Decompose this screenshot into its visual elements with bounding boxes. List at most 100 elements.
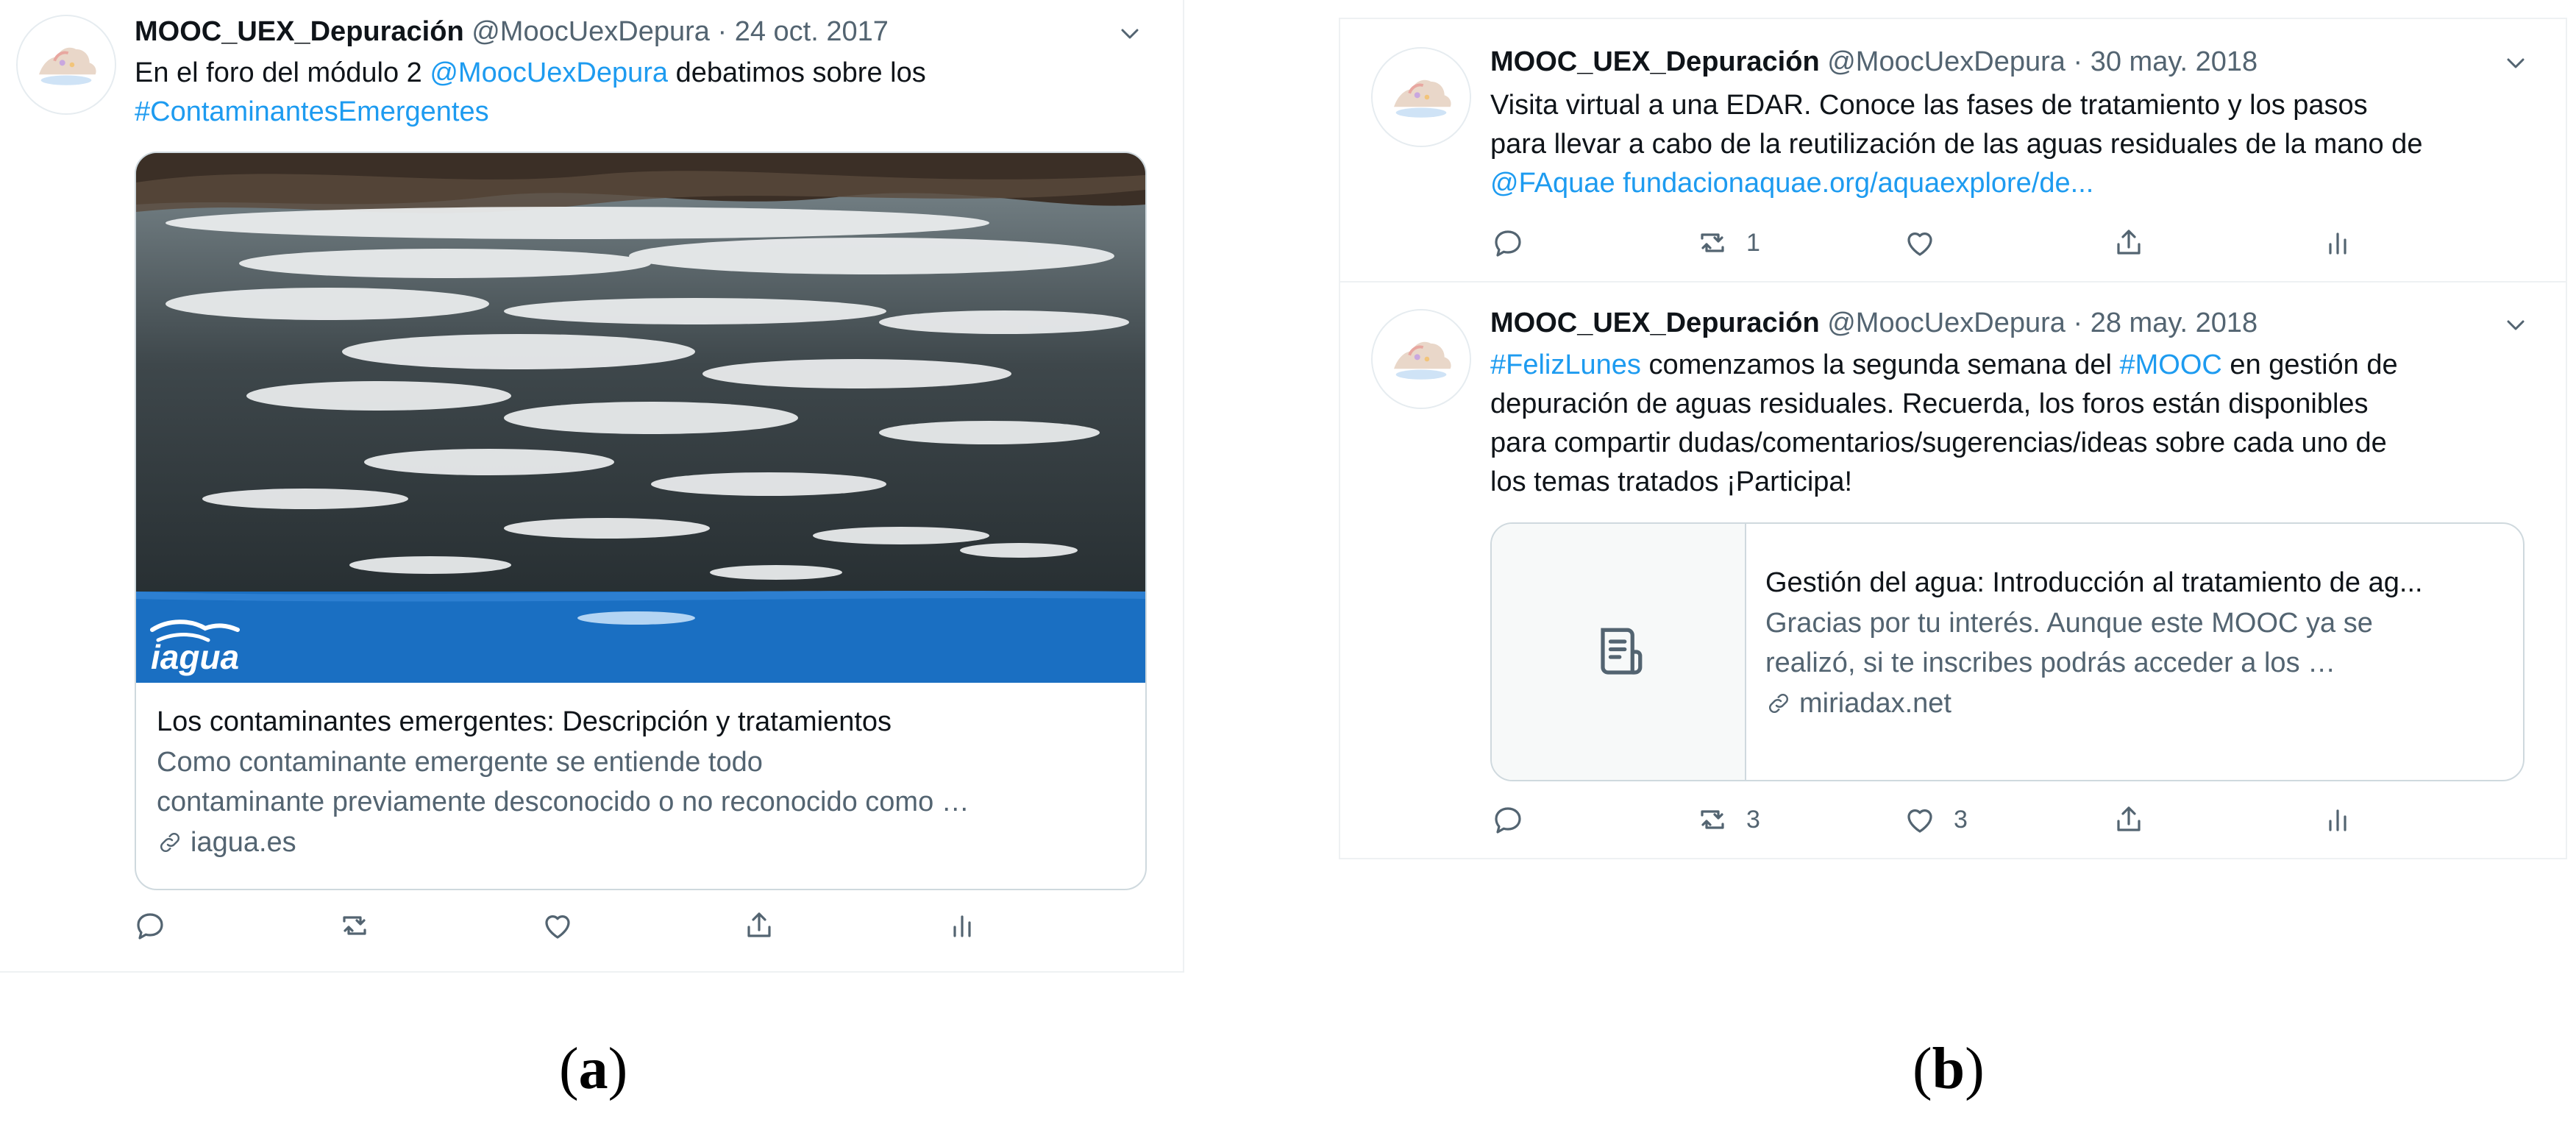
caption-paren: ) bbox=[608, 1037, 628, 1101]
author-handle[interactable]: @MoocUexDepura bbox=[1827, 46, 2066, 77]
hashtag-link[interactable]: #ContaminantesEmergentes bbox=[135, 96, 489, 127]
card-domain-text: miriadax.net bbox=[1799, 688, 1951, 719]
tweet-date[interactable]: 24 oct. 2017 bbox=[735, 16, 889, 47]
link-card[interactable]: Gestión del agua: Introducción al tratam… bbox=[1490, 522, 2525, 781]
tweet[interactable]: MOOC_UEX_Depuración @MoocUexDepura · 30 … bbox=[1340, 19, 2566, 281]
card-body: Los contaminantes emergentes: Descripció… bbox=[157, 701, 1125, 863]
tweet-actions: 3 3 bbox=[1490, 798, 2402, 842]
caption-b: (b) bbox=[1913, 1036, 1985, 1103]
author-name[interactable]: MOOC_UEX_Depuración bbox=[1490, 308, 1820, 338]
caption-letter: a bbox=[578, 1037, 608, 1101]
avatar[interactable] bbox=[1371, 309, 1471, 409]
caption-paren: ( bbox=[1913, 1037, 1932, 1101]
tweet-text-part: En el foro del módulo 2 bbox=[135, 57, 430, 88]
tweet-panel-b: MOOC_UEX_Depuración @MoocUexDepura · 30 … bbox=[1339, 18, 2567, 859]
card-description: Como contaminante emergente se entiende … bbox=[157, 747, 763, 778]
iagua-logo: iagua bbox=[151, 638, 240, 676]
tweet-text-line: depuración de aguas residuales. Recuerda… bbox=[1490, 388, 2369, 419]
reply-icon bbox=[132, 908, 168, 943]
avatar[interactable] bbox=[16, 15, 116, 115]
analytics-icon bbox=[2320, 802, 2355, 837]
tweet-text: En el foro del módulo 2 @MoocUexDepura d… bbox=[135, 54, 926, 132]
caption-letter: b bbox=[1932, 1037, 1965, 1101]
author-handle[interactable]: @MoocUexDepura bbox=[1827, 308, 2066, 338]
hashtag-link[interactable]: #FelizLunes bbox=[1490, 349, 1641, 380]
reply-button[interactable] bbox=[1490, 798, 1526, 842]
tweet-text-line: para llevar a cabo de la reutilización d… bbox=[1490, 129, 2423, 160]
analytics-button[interactable] bbox=[2320, 798, 2355, 842]
tweet-text-line: para compartir dudas/comentarios/sugeren… bbox=[1490, 427, 2387, 458]
analytics-icon bbox=[2320, 225, 2355, 260]
share-button[interactable] bbox=[2111, 221, 2146, 265]
card-domain: iagua.es bbox=[157, 822, 1125, 863]
retweet-button[interactable]: 3 bbox=[1695, 798, 1760, 842]
tweet-date[interactable]: 28 may. 2018 bbox=[2091, 308, 2257, 338]
avatar[interactable] bbox=[1371, 47, 1471, 147]
chevron-down-icon[interactable] bbox=[2501, 49, 2530, 78]
tweet[interactable]: MOOC_UEX_Depuración @MoocUexDepura · 24 … bbox=[0, 0, 1183, 971]
tweet-text-part: en gestión de bbox=[2221, 349, 2398, 380]
card-domain: miriadax.net bbox=[1765, 683, 2508, 724]
separator: · bbox=[709, 16, 735, 47]
share-icon bbox=[741, 908, 777, 943]
link-icon bbox=[1765, 690, 1792, 717]
link-card[interactable]: iagua Los contaminantes emergentes: Desc… bbox=[135, 152, 1147, 890]
reply-button[interactable] bbox=[1490, 221, 1526, 265]
like-icon bbox=[540, 908, 575, 943]
separator: · bbox=[2065, 46, 2091, 77]
tweet-actions: 1 bbox=[1490, 221, 2402, 265]
retweet-count: 1 bbox=[1746, 228, 1760, 257]
retweet-count: 3 bbox=[1746, 805, 1760, 834]
share-icon bbox=[2111, 225, 2146, 260]
retweet-icon bbox=[1695, 225, 1730, 260]
card-title: Gestión del agua: Introducción al tratam… bbox=[1765, 567, 2423, 598]
like-icon bbox=[1902, 802, 1938, 837]
card-title: Los contaminantes emergentes: Descripció… bbox=[157, 706, 892, 737]
chevron-down-icon[interactable] bbox=[2501, 310, 2530, 340]
reply-button[interactable] bbox=[132, 903, 168, 948]
share-button[interactable] bbox=[741, 903, 777, 948]
analytics-icon bbox=[944, 908, 980, 943]
separator: · bbox=[2065, 308, 2091, 338]
author-name[interactable]: MOOC_UEX_Depuración bbox=[135, 16, 464, 47]
link-icon bbox=[157, 829, 183, 856]
tweet-date[interactable]: 30 may. 2018 bbox=[2091, 46, 2257, 77]
mention-link[interactable]: @MoocUexDepura bbox=[430, 57, 668, 88]
card-thumbnail bbox=[1492, 524, 1746, 780]
author-name[interactable]: MOOC_UEX_Depuración bbox=[1490, 46, 1820, 77]
tweet-text: Visita virtual a una EDAR. Conoce las fa… bbox=[1490, 86, 2422, 203]
like-button[interactable]: 3 bbox=[1902, 798, 1968, 842]
card-description: realizó, si te inscribes podrás acceder … bbox=[1765, 647, 2336, 678]
like-icon bbox=[1902, 225, 1938, 260]
share-icon bbox=[2111, 802, 2146, 837]
mention-link[interactable]: @FAquae bbox=[1490, 168, 1615, 199]
tweet[interactable]: MOOC_UEX_Depuración @MoocUexDepura · 28 … bbox=[1340, 283, 2566, 856]
retweet-button[interactable]: 1 bbox=[1695, 221, 1760, 265]
document-icon bbox=[1601, 628, 1643, 675]
like-button[interactable] bbox=[540, 903, 575, 948]
card-body: Gestión del agua: Introducción al tratam… bbox=[1765, 562, 2508, 724]
share-button[interactable] bbox=[2111, 798, 2146, 842]
tweet-text-line: los temas tratados ¡Participa! bbox=[1490, 466, 1853, 497]
analytics-button[interactable] bbox=[944, 903, 980, 948]
caption-a: (a) bbox=[559, 1036, 627, 1103]
chevron-down-icon[interactable] bbox=[1115, 19, 1145, 49]
analytics-button[interactable] bbox=[2320, 221, 2355, 265]
tweet-text-part: debatimos sobre los bbox=[668, 57, 926, 88]
card-description: Gracias por tu interés. Aunque este MOOC… bbox=[1765, 608, 2373, 639]
caption-paren: ) bbox=[1965, 1037, 1985, 1101]
like-count: 3 bbox=[1954, 805, 1968, 834]
caption-paren: ( bbox=[559, 1037, 579, 1101]
tweet-panel-a: MOOC_UEX_Depuración @MoocUexDepura · 24 … bbox=[0, 0, 1184, 973]
card-image[interactable]: iagua bbox=[136, 153, 1145, 683]
like-button[interactable] bbox=[1902, 221, 1938, 265]
url-link[interactable]: fundacionaquae.org/aquaexplore/de... bbox=[1623, 168, 2093, 199]
retweet-button[interactable] bbox=[337, 903, 372, 948]
tweet-actions bbox=[132, 903, 1015, 948]
hashtag-link[interactable]: #MOOC bbox=[2120, 349, 2222, 380]
author-handle[interactable]: @MoocUexDepura bbox=[472, 16, 710, 47]
reply-icon bbox=[1490, 802, 1526, 837]
tweet-text-line: Visita virtual a una EDAR. Conoce las fa… bbox=[1490, 90, 2368, 121]
retweet-icon bbox=[1695, 802, 1730, 837]
card-description: contaminante previamente desconocido o n… bbox=[157, 787, 969, 817]
